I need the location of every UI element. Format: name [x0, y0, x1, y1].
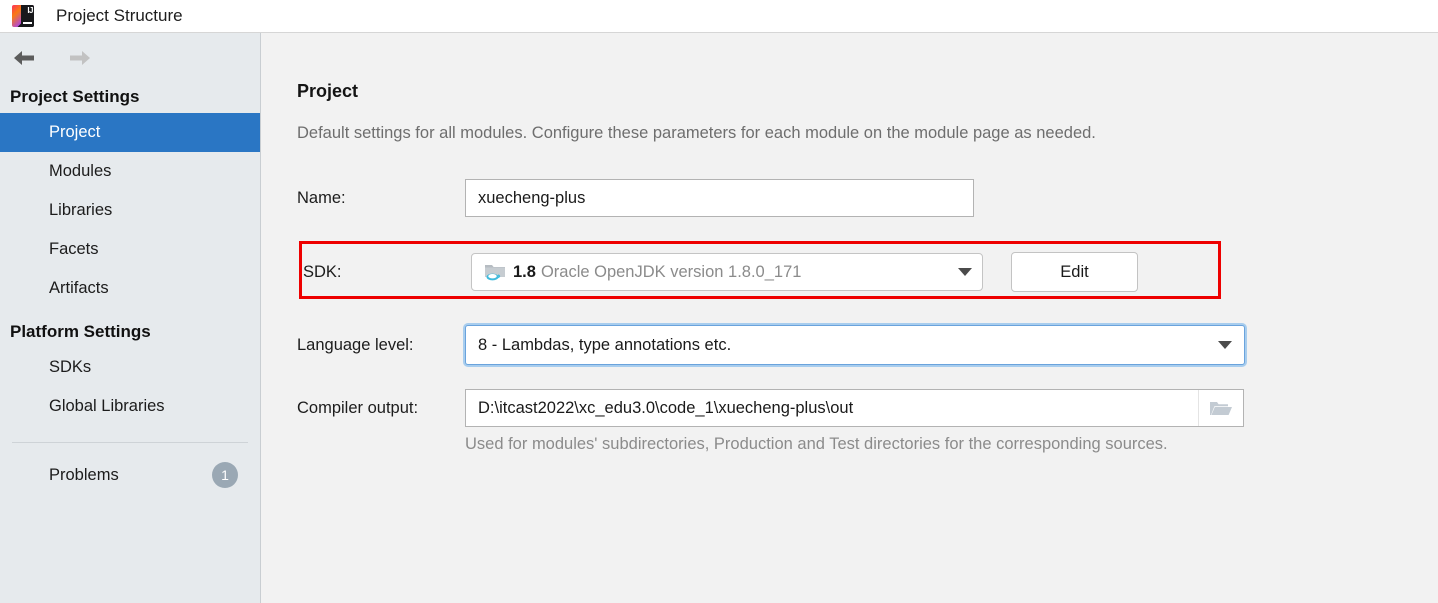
- sidebar-item-artifacts[interactable]: Artifacts: [0, 269, 260, 308]
- sidebar-item-global-libraries[interactable]: Global Libraries: [0, 387, 260, 426]
- problems-count-badge: 1: [212, 462, 238, 488]
- sidebar-item-label: SDKs: [49, 358, 92, 376]
- language-level-row: Language level: 8 - Lambdas, type annota…: [297, 325, 1438, 365]
- compiler-output-row: Compiler output: D:\itcast2022\xc_edu3.0…: [297, 389, 1438, 427]
- sidebar-item-label: Global Libraries: [49, 397, 165, 415]
- sdk-row: SDK: 1.8 Oracle OpenJDK version 1.8.0_171: [297, 241, 1438, 303]
- sdk-edit-button[interactable]: Edit: [1011, 252, 1138, 292]
- sidebar-divider: [12, 442, 248, 443]
- name-input[interactable]: xuecheng-plus: [465, 179, 974, 217]
- sidebar-group-platform-settings-header: Platform Settings: [10, 322, 151, 341]
- sidebar-item-label: Libraries: [49, 201, 113, 219]
- compiler-output-input[interactable]: D:\itcast2022\xc_edu3.0\code_1\xuecheng-…: [465, 389, 1244, 427]
- navigation-arrows: [0, 33, 260, 83]
- language-level-value: 8 - Lambdas, type annotations etc.: [478, 335, 732, 354]
- name-input-value: xuecheng-plus: [478, 188, 586, 207]
- arrow-left-icon[interactable]: [10, 46, 38, 70]
- title-bar: IJ Project Structure: [0, 0, 1438, 33]
- sidebar-group-project-settings-header: Project Settings: [10, 87, 140, 106]
- arrow-right-icon[interactable]: [66, 46, 94, 70]
- name-label: Name:: [297, 188, 346, 207]
- sidebar-item-sdks[interactable]: SDKs: [0, 348, 260, 387]
- sdk-combobox[interactable]: 1.8 Oracle OpenJDK version 1.8.0_171: [471, 253, 983, 291]
- page-subtitle: Default settings for all modules. Config…: [297, 124, 1096, 142]
- main-content: Project Default settings for all modules…: [261, 33, 1438, 603]
- sdk-label: SDK:: [303, 262, 342, 281]
- chevron-down-icon[interactable]: [1218, 341, 1232, 349]
- sidebar-item-libraries[interactable]: Libraries: [0, 191, 260, 230]
- chevron-down-icon[interactable]: [958, 268, 972, 276]
- language-level-label: Language level:: [297, 335, 414, 354]
- name-row: Name: xuecheng-plus: [297, 179, 1438, 217]
- sidebar-item-project[interactable]: Project: [0, 113, 260, 152]
- sidebar-item-label: Modules: [49, 162, 112, 180]
- compiler-output-hint: Used for modules' subdirectories, Produc…: [465, 435, 1168, 453]
- sidebar-item-facets[interactable]: Facets: [0, 230, 260, 269]
- compiler-output-label: Compiler output:: [297, 398, 419, 417]
- window-title: Project Structure: [56, 6, 183, 25]
- folder-open-icon[interactable]: [1198, 390, 1243, 426]
- intellij-idea-logo: IJ: [12, 5, 34, 27]
- sidebar-item-problems[interactable]: Problems 1: [0, 453, 260, 497]
- sidebar-item-label: Problems: [49, 465, 119, 484]
- dialog-body: Project Settings Project Modules Librari…: [0, 33, 1438, 603]
- sidebar: Project Settings Project Modules Librari…: [0, 33, 261, 603]
- sdk-version: 1.8: [513, 262, 536, 281]
- sidebar-item-label: Facets: [49, 240, 99, 258]
- sidebar-item-label: Project: [49, 123, 101, 141]
- sidebar-item-label: Artifacts: [49, 279, 109, 297]
- sidebar-item-modules[interactable]: Modules: [0, 152, 260, 191]
- compiler-output-value: D:\itcast2022\xc_edu3.0\code_1\xuecheng-…: [478, 398, 854, 417]
- jdk-folder-icon: [484, 262, 506, 282]
- language-level-combobox[interactable]: 8 - Lambdas, type annotations etc.: [465, 325, 1245, 365]
- page-title: Project: [297, 81, 359, 101]
- sdk-description: Oracle OpenJDK version 1.8.0_171: [540, 262, 802, 281]
